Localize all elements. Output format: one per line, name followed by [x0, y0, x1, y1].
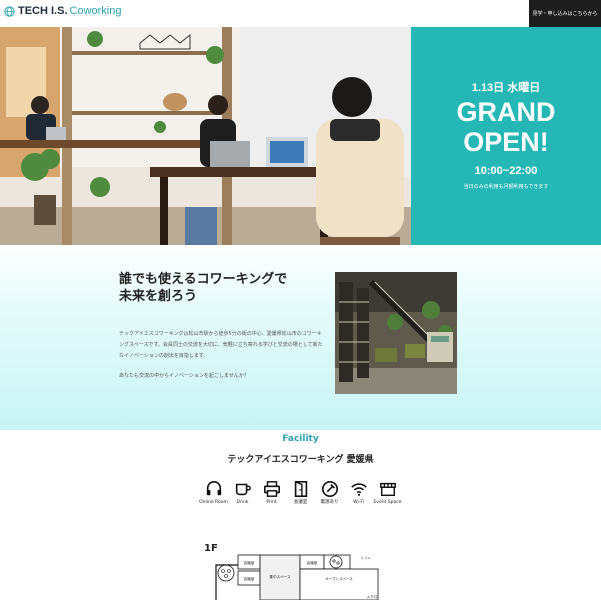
- facility-title: Facility: [282, 434, 319, 444]
- facility-online-room: Online Room: [199, 480, 228, 506]
- room-entrance: 入り口: [367, 594, 378, 599]
- logo-sub: Coworking: [69, 5, 122, 17]
- room-meeting-a: 会議室: [244, 560, 255, 565]
- facility-label: Wi-Fi: [353, 500, 364, 505]
- facility-label: 会議室: [293, 500, 308, 505]
- floor-plan: 会議室 会議室 集中スペース 会議室 オープンスペース トイレ 入り口: [214, 553, 379, 601]
- facility-drink: Drink: [228, 480, 257, 506]
- door-icon: [294, 480, 307, 498]
- intro-paragraph-2: あなたも交流の中からイノベーションを起こしませんか？: [119, 373, 249, 379]
- facility-print: Print: [257, 480, 286, 506]
- facility-label: Print: [266, 500, 277, 505]
- room-toilet: トイレ: [361, 556, 372, 560]
- wifi-icon: [350, 483, 367, 496]
- interior-photo-illustration: [335, 272, 457, 394]
- facility-meeting-room: 会議室: [286, 480, 315, 506]
- facility-section: Facility テックアイエスコワーキング 愛媛県 Online Room D…: [0, 430, 601, 601]
- opening-hours: 10:00~22:00: [474, 165, 538, 177]
- facility-label: Event Space: [373, 500, 402, 505]
- grand-line-1: GRAND: [456, 97, 556, 127]
- printer-icon: [263, 481, 280, 497]
- headset-icon: [206, 480, 221, 496]
- intro-heading: 誰でも使えるコワーキングで 未来を創ろう: [119, 271, 309, 305]
- plug-icon: [321, 480, 338, 498]
- room-focus: 集中スペース: [269, 574, 291, 579]
- facility-power: 電源あり: [315, 480, 344, 506]
- facility-label: Online Room: [199, 500, 228, 505]
- cup-icon: [235, 483, 251, 496]
- facility-subtitle: テックアイエスコワーキング 愛媛県: [227, 455, 374, 465]
- grand-open-heading: GRAND OPEN!: [411, 97, 601, 157]
- intro-heading-line1: 誰でも使えるコワーキングで: [119, 272, 288, 287]
- facility-icon-list: Online Room Drink Print 会議室 電源あり Wi-Fi E…: [199, 480, 402, 506]
- intro-heading-line2: 未来を創ろう: [119, 289, 198, 304]
- hero-photo: [0, 27, 411, 245]
- hero-section: 1.13日 水曜日 GRAND OPEN! 10:00~22:00 当日のみの利…: [0, 27, 601, 245]
- facility-label: 電源あり: [320, 500, 339, 505]
- usage-note: 当日のみの利用も月額利用もできます: [463, 184, 549, 190]
- interior-photo: [335, 272, 457, 394]
- globe-icon: [4, 5, 15, 17]
- logo-brand: TECH I.S.: [18, 5, 68, 17]
- visit-apply-button[interactable]: 見学・申し込みはこちらから: [529, 0, 601, 27]
- facility-label: Drink: [236, 500, 249, 505]
- room-open-space: オープンスペース: [325, 576, 353, 581]
- event-icon: [379, 482, 396, 497]
- facility-event-space: Event Space: [373, 480, 402, 506]
- grand-open-panel: 1.13日 水曜日 GRAND OPEN! 10:00~22:00 当日のみの利…: [411, 27, 601, 245]
- room-meeting-c: 会議室: [307, 560, 318, 565]
- open-date: 1.13日 水曜日: [471, 82, 541, 94]
- intro-section: 誰でも使えるコワーキングで 未来を創ろう テックアイエスコワーキングは松山市駅か…: [0, 245, 601, 430]
- room-meeting-b: 会議室: [244, 576, 255, 581]
- floor-plan-drawing: 会議室 会議室 集中スペース 会議室 オープンスペース トイレ 入り口: [214, 553, 379, 601]
- intro-paragraph-1: テックアイエスコワーキングは松山市駅から徒歩5分の街の中心、愛媛県松山市のコワー…: [119, 331, 323, 359]
- site-logo[interactable]: TECH I.S. Coworking: [4, 5, 121, 17]
- site-header: TECH I.S. Coworking 見学・申し込みはこちらから: [0, 0, 601, 28]
- grand-line-2: OPEN!: [463, 127, 549, 157]
- facility-wifi: Wi-Fi: [344, 480, 373, 506]
- coworking-photo-illustration: [0, 27, 411, 245]
